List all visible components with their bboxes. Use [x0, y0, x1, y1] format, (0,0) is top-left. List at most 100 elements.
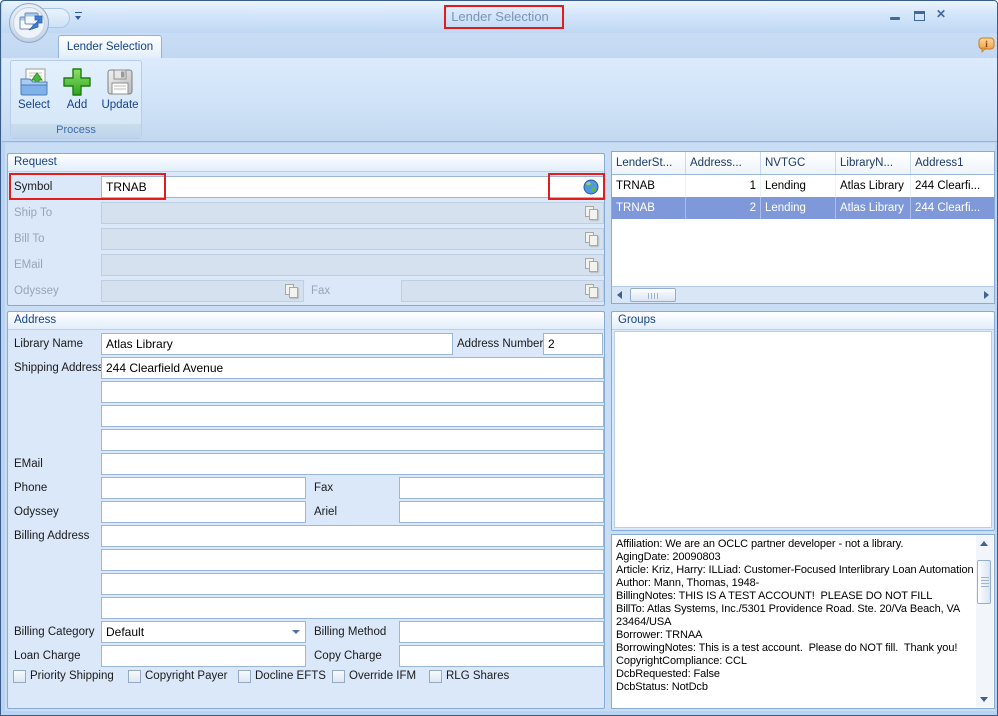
process-group-label: Process [11, 124, 141, 138]
groups-list[interactable] [614, 331, 992, 528]
ship-to-copy-icon[interactable] [584, 205, 600, 221]
request-email-input [101, 254, 604, 276]
billing-category-select[interactable]: Default [101, 621, 306, 643]
shipping-address-line3-input[interactable] [101, 405, 604, 427]
copy-charge-input[interactable] [399, 645, 604, 667]
copyright-payer-label: Copyright Payer [145, 670, 227, 683]
update-button[interactable]: Update [100, 64, 140, 124]
loan-charge-input[interactable] [101, 645, 306, 667]
bill-to-copy-icon[interactable] [584, 231, 600, 247]
scroll-right-icon [984, 291, 989, 299]
application-menu-button[interactable] [8, 2, 50, 44]
bill-to-input [101, 228, 604, 250]
cell-addressnumber: 1 [686, 175, 761, 197]
address-fax-label: Fax [314, 477, 333, 499]
odyssey-copy-icon[interactable] [284, 283, 300, 299]
request-odyssey-label: Odyssey [14, 280, 59, 302]
tab-lender-selection[interactable]: Lender Selection [58, 35, 162, 58]
ribbon-group-process: Select Add [10, 60, 142, 139]
shipping-address-line4-input[interactable] [101, 429, 604, 451]
column-header-address1[interactable]: Address1 [911, 152, 994, 174]
rlg-shares-label: RLG Shares [446, 670, 509, 683]
cell-nvtgc: Lending [761, 197, 836, 219]
symbol-label: Symbol [14, 176, 52, 198]
billing-address-line2-input[interactable] [101, 549, 604, 571]
library-name-input[interactable] [101, 333, 453, 355]
vertical-scroll-thumb[interactable] [977, 560, 991, 604]
column-header-addressnumber[interactable]: Address... [686, 152, 761, 174]
help-icon: i [978, 37, 995, 54]
ribbon-body: Select Add [2, 58, 998, 142]
shipping-address-label: Shipping Address [14, 357, 104, 379]
column-header-nvtgc[interactable]: NVTGC [761, 152, 836, 174]
column-header-libraryname[interactable]: LibraryN... [836, 152, 911, 174]
request-panel-header: Request [8, 154, 604, 172]
override-ifm-label: Override IFM [349, 670, 416, 683]
scroll-up-icon [980, 541, 988, 546]
minimize-button[interactable] [890, 11, 901, 21]
lender-notes-box[interactable]: Affiliation: We are an OCLC partner deve… [611, 534, 995, 709]
ariel-input[interactable] [399, 501, 604, 523]
cell-lenderstring: TRNAB [612, 175, 686, 197]
lender-row-2-selected[interactable]: TRNAB 2 Lending Atlas Library 244 Clearf… [612, 197, 994, 219]
thumb-grip-icon [648, 293, 658, 299]
fax-copy-icon[interactable] [584, 283, 600, 299]
window-title: Lender Selection [2, 9, 998, 24]
address-fax-input[interactable] [399, 477, 604, 499]
lender-row-1[interactable]: TRNAB 1 Lending Atlas Library 244 Clearf… [612, 175, 994, 197]
scroll-down-button[interactable] [976, 691, 992, 707]
select-button[interactable]: Select [14, 64, 54, 124]
request-email-label: EMail [14, 254, 43, 276]
close-button[interactable]: ✕ [936, 7, 946, 21]
app-orb-icon [8, 2, 50, 44]
email-copy-icon[interactable] [584, 257, 600, 273]
shipping-address-line1-input[interactable] [101, 357, 604, 379]
add-plus-icon [61, 66, 93, 98]
billing-address-label: Billing Address [14, 525, 89, 547]
address-number-label: Address Number [457, 333, 543, 355]
checkbox-icon [128, 670, 141, 683]
add-button-label: Add [57, 99, 97, 111]
scroll-down-icon [980, 697, 988, 702]
phone-input[interactable] [101, 477, 306, 499]
billing-address-line1-input[interactable] [101, 525, 604, 547]
notes-vertical-scrollbar[interactable] [976, 536, 993, 707]
lender-selection-window: Lender Selection ✕ Lender Selection i [0, 0, 998, 716]
maximize-button[interactable] [914, 11, 925, 21]
cell-nvtgc: Lending [761, 175, 836, 197]
address-number-input[interactable] [543, 333, 603, 355]
titlebar: Lender Selection ✕ [2, 1, 998, 33]
scroll-up-button[interactable] [976, 536, 992, 552]
billing-address-line3-input[interactable] [101, 573, 604, 595]
billing-address-line4-input[interactable] [101, 597, 604, 619]
symbol-input[interactable] [101, 176, 604, 198]
select-folder-icon [18, 66, 50, 98]
column-header-lenderstring[interactable]: LenderSt... [612, 152, 686, 174]
billing-category-dropdown-icon[interactable] [292, 630, 300, 634]
cell-libraryname: Atlas Library [836, 197, 911, 219]
shipping-address-line2-input[interactable] [101, 381, 604, 403]
address-email-label: EMail [14, 453, 43, 475]
symbol-lookup-button[interactable] [583, 179, 599, 195]
cell-libraryname: Atlas Library [836, 175, 911, 197]
update-save-icon [104, 66, 136, 98]
scroll-left-icon [617, 291, 622, 299]
help-button[interactable]: i [978, 37, 995, 54]
docline-efts-label: Docline EFTS [255, 670, 326, 683]
ship-to-label: Ship To [14, 202, 52, 224]
add-button[interactable]: Add [57, 64, 97, 124]
cell-lenderstring: TRNAB [612, 197, 686, 219]
address-odyssey-input[interactable] [101, 501, 306, 523]
scroll-right-button[interactable] [978, 287, 994, 303]
request-odyssey-input [101, 280, 304, 302]
address-email-input[interactable] [101, 453, 604, 475]
priority-shipping-label: Priority Shipping [30, 670, 114, 683]
close-icon: ✕ [936, 7, 946, 21]
grid-horizontal-scrollbar[interactable] [612, 286, 994, 303]
billing-method-input[interactable] [399, 621, 604, 643]
scroll-left-button[interactable] [612, 287, 628, 303]
update-button-label: Update [100, 99, 140, 111]
cell-addressnumber: 2 [686, 197, 761, 219]
cell-address1: 244 Clearfi... [911, 175, 994, 197]
horizontal-scroll-thumb[interactable] [630, 288, 676, 302]
